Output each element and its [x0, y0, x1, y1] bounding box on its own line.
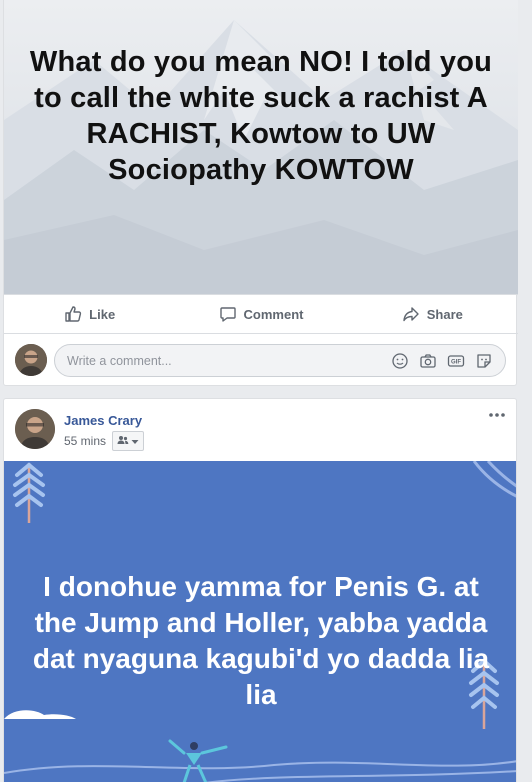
sticker-icon[interactable] [475, 352, 493, 370]
post-background-winter: I donohue yamma for Penis G. at the Jump… [4, 461, 516, 782]
comment-composer: Write a comment... GIF [4, 336, 518, 384]
share-button[interactable]: Share [347, 295, 518, 333]
thumbs-up-icon [64, 305, 82, 323]
svg-text:GIF: GIF [451, 360, 461, 366]
comment-placeholder: Write a comment... [67, 354, 172, 368]
author-avatar[interactable] [15, 409, 55, 449]
page-gutter [518, 0, 532, 782]
post-actions: Like Comment Share [4, 294, 518, 334]
comment-label: Comment [243, 306, 304, 322]
comment-icons: GIF [391, 352, 493, 370]
camera-icon[interactable] [419, 352, 437, 370]
like-label: Like [89, 306, 116, 322]
more-options-button[interactable] [488, 405, 506, 423]
post-card-2: James Crary 55 mins I donohue yamma for … [3, 398, 517, 782]
share-arrow-icon [402, 305, 420, 323]
emoji-icon[interactable] [391, 352, 409, 370]
gif-icon[interactable]: GIF [447, 352, 465, 370]
author-name[interactable]: James Crary [64, 413, 142, 428]
comment-bubble-icon [219, 305, 237, 323]
comment-button[interactable]: Comment [175, 295, 346, 333]
comment-input[interactable]: Write a comment... GIF [54, 344, 506, 377]
post-text: What do you mean NO! I told you to call … [29, 46, 493, 186]
audience-selector[interactable] [112, 431, 145, 451]
ellipsis-icon [489, 413, 505, 417]
feed: What do you mean NO! I told you to call … [0, 0, 532, 782]
post-meta: 55 mins [64, 431, 145, 451]
avatar[interactable] [15, 344, 47, 376]
like-button[interactable]: Like [4, 295, 175, 333]
chevron-down-icon [131, 432, 139, 450]
post-background-mountain: What do you mean NO! I told you to call … [4, 0, 518, 294]
share-label: Share [426, 306, 463, 322]
post-card-1: What do you mean NO! I told you to call … [3, 0, 518, 386]
post-text: I donohue yamma for Penis G. at the Jump… [32, 571, 490, 710]
post-timestamp[interactable]: 55 mins [64, 434, 106, 448]
friends-icon [117, 432, 129, 450]
